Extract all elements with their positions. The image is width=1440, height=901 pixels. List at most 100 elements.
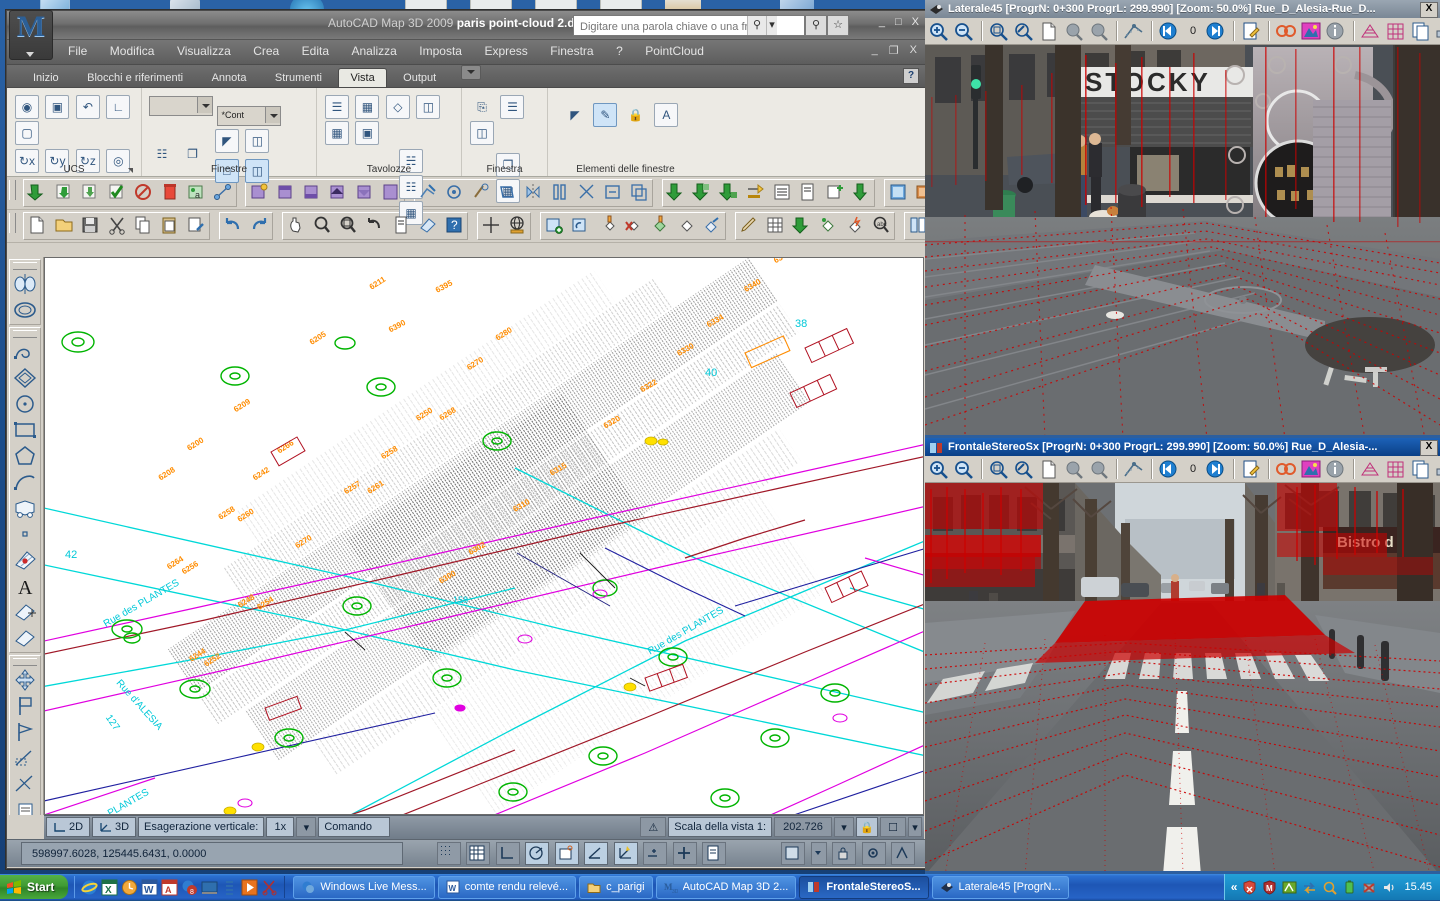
tab-output[interactable]: Output: [391, 68, 448, 87]
word-icon[interactable]: W: [141, 879, 158, 896]
object-snap-toggle[interactable]: [555, 842, 579, 865]
grid-toggle[interactable]: [466, 842, 490, 865]
layer-down-icon[interactable]: [354, 181, 376, 203]
ucs-named-icon[interactable]: ◉: [15, 95, 39, 119]
text-icon[interactable]: A: [11, 573, 39, 599]
close-button[interactable]: X: [1420, 2, 1438, 18]
copy-icon[interactable]: [132, 214, 154, 236]
task-button-laterale45[interactable]: Laterale45 [ProgrN...: [932, 876, 1069, 899]
toolbar-group-map-tools[interactable]: a: [23, 179, 236, 207]
panel-expand-arrow-icon[interactable]: [128, 168, 133, 173]
toolbar-grip[interactable]: [13, 262, 37, 270]
internet-explorer-icon[interactable]: [81, 879, 98, 896]
map-save-back-icon[interactable]: [106, 181, 128, 203]
clean-screen-toggle[interactable]: [781, 842, 805, 865]
match-properties-icon[interactable]: [185, 214, 207, 236]
undo-icon[interactable]: [222, 214, 244, 236]
ribbon-overflow-dropdown[interactable]: [461, 65, 481, 80]
photo-window-title-bar[interactable]: Laterale45 [ProgrN: 0+300 ProgrL: 299.99…: [925, 0, 1440, 18]
mesh-icon[interactable]: [1359, 458, 1383, 480]
system-clock[interactable]: 15.45: [1402, 881, 1432, 893]
layer-new-icon[interactable]: [248, 181, 270, 203]
snap-toggle[interactable]: [437, 842, 461, 865]
toolbar-grip[interactable]: [13, 330, 37, 338]
zoom-out-icon[interactable]: [952, 20, 976, 42]
previous-frame-icon[interactable]: [1157, 20, 1181, 42]
quick-properties-toggle[interactable]: [702, 842, 726, 865]
command-label[interactable]: Comando: [318, 817, 390, 837]
chevron-down-icon[interactable]: ▾: [766, 16, 777, 35]
view-status-bar[interactable]: 2D 3D Esagerazione verticale: 1x ▾ Coman…: [44, 815, 924, 840]
tile-vertical-icon[interactable]: ◫: [470, 121, 494, 145]
task-button-autocad[interactable]: M3D AutoCAD Map 3D 2...: [656, 876, 797, 899]
edit-hatch-icon[interactable]: [470, 181, 492, 203]
quick-launch-bar[interactable]: X W A 8: [74, 876, 285, 898]
document-window-buttons[interactable]: _ ❐ X: [872, 44, 917, 57]
signin-icon[interactable]: ⚲: [805, 15, 827, 36]
new-document-icon[interactable]: [1037, 20, 1061, 42]
image-palette-icon[interactable]: [1299, 458, 1323, 480]
hatch-icon[interactable]: [11, 547, 39, 573]
insert-block-icon[interactable]: [791, 214, 813, 236]
left-draw-toolbar[interactable]: A: [7, 257, 44, 815]
globe-icon[interactable]: [506, 214, 528, 236]
link-icon[interactable]: [1274, 20, 1298, 42]
menu-item-crea[interactable]: Crea: [244, 40, 288, 58]
show-desktop-icon[interactable]: [201, 879, 218, 896]
map-attach-icon[interactable]: [53, 181, 75, 203]
ucs-origin-icon[interactable]: ∟: [106, 95, 130, 119]
shield-icon[interactable]: [1242, 880, 1257, 895]
list-icon[interactable]: [221, 879, 238, 896]
photo-window-frontalestereosx[interactable]: FrontaleStereoSx [ProgrN: 0+300 ProgrL: …: [925, 438, 1440, 874]
quick-search-box[interactable]: ⚲ ▾: [573, 15, 805, 36]
map-drawing-cleanup-icon[interactable]: [132, 181, 154, 203]
photo-toolbar[interactable]: 0 e: [925, 18, 1440, 45]
ortho-toggle[interactable]: [496, 842, 520, 865]
view-scale-value[interactable]: 202.726: [774, 817, 832, 837]
toolbar-group-ucs-tools[interactable]: [477, 212, 531, 240]
search-input[interactable]: [578, 17, 758, 36]
point-marker-yellow-icon[interactable]: [596, 214, 618, 236]
survey-line-icon[interactable]: [11, 745, 39, 771]
lock-viewport-icon[interactable]: 🔒: [624, 103, 648, 127]
toolbar-grip[interactable]: [13, 658, 37, 666]
photo-window-laterale45[interactable]: Laterale45 [ProgrN: 0+300 ProgrL: 299.99…: [925, 0, 1440, 438]
map-insert-icon[interactable]: [26, 181, 48, 203]
tab-vista[interactable]: Vista: [338, 68, 386, 87]
pointcloud-attach-icon[interactable]: [543, 214, 565, 236]
survey-angle-icon[interactable]: [11, 719, 39, 745]
viewport-color-icon[interactable]: ✎: [593, 103, 617, 127]
vertical-group-2[interactable]: A: [9, 327, 41, 653]
minimize-button[interactable]: _: [879, 16, 885, 28]
messenger-icon[interactable]: 8: [181, 879, 198, 896]
pdf-icon[interactable]: A: [161, 879, 178, 896]
ribbon-tab-strip[interactable]: Inizio Blocchi e riferimenti Annota Stru…: [7, 65, 925, 88]
pan-right-icon[interactable]: [1087, 458, 1111, 480]
zoom-window-icon[interactable]: [337, 214, 359, 236]
network-icon[interactable]: [1362, 880, 1377, 895]
viewport-config-2-icon[interactable]: ◫: [245, 129, 269, 153]
data-connect-icon[interactable]: [718, 181, 740, 203]
survey-flag-icon[interactable]: [11, 693, 39, 719]
tab-blocchi-e-riferimenti[interactable]: Blocchi e riferimenti: [75, 68, 195, 87]
vertical-group-1[interactable]: [9, 259, 41, 325]
window-switch-icon[interactable]: ⎘: [470, 95, 494, 119]
help-icon[interactable]: ?: [443, 214, 465, 236]
tile-horizontal-icon[interactable]: ☰: [500, 95, 524, 119]
chevron-down-icon[interactable]: ▾: [908, 817, 922, 837]
palette-tool-icon[interactable]: ▦: [355, 95, 379, 119]
menu-item-modifica[interactable]: Modifica: [101, 40, 164, 58]
pointcloud-reload-icon[interactable]: [569, 214, 591, 236]
edit-mirror-icon[interactable]: [523, 181, 545, 203]
toolbar-lock-icon[interactable]: [832, 842, 856, 865]
lock-icon[interactable]: 🔒: [856, 817, 878, 837]
info-icon[interactable]: [1324, 20, 1348, 42]
tab-strumenti[interactable]: Strumenti: [263, 68, 334, 87]
search-icon[interactable]: [1322, 880, 1337, 895]
vertical-exaggeration-value[interactable]: 1x: [266, 817, 294, 837]
task-button-word-doc[interactable]: W comte rendu relevé...: [438, 876, 576, 899]
chevron-down-icon[interactable]: ▾: [296, 817, 316, 837]
pan-left-icon[interactable]: [1062, 20, 1086, 42]
region-icon[interactable]: [11, 599, 39, 625]
toolbar-group-undo[interactable]: [219, 212, 273, 240]
